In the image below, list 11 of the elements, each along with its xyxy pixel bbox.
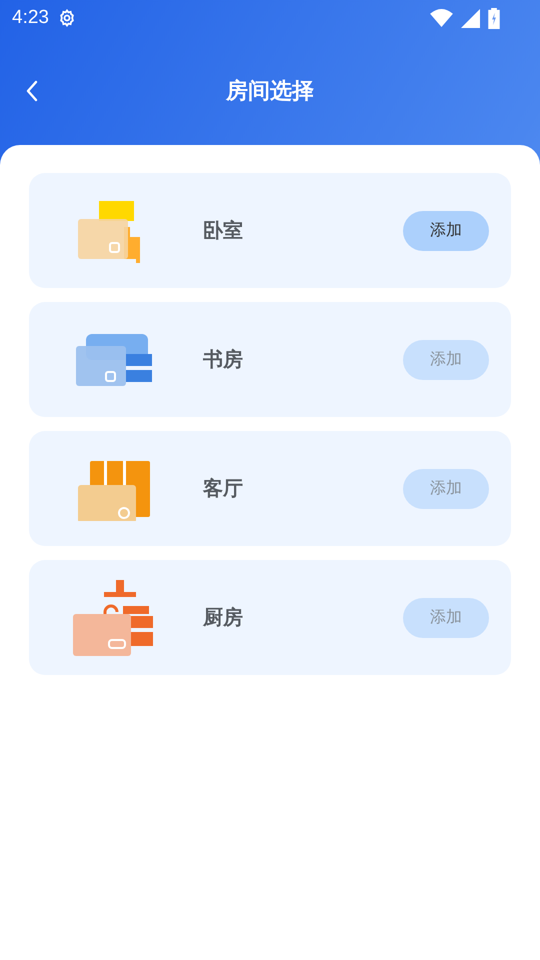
room-name: 客厅 [203,475,244,502]
room-name: 厨房 [203,604,244,631]
battery-icon [488,8,500,28]
status-time: 4:23 [12,7,49,29]
page-title: 房间选择 [226,78,314,106]
room-name: 书房 [203,346,244,373]
wifi-icon [430,8,453,28]
signal-icon [461,8,480,28]
back-icon [26,80,38,102]
room-name: 卧室 [203,217,244,244]
add-button[interactable]: 添加 [403,210,489,250]
